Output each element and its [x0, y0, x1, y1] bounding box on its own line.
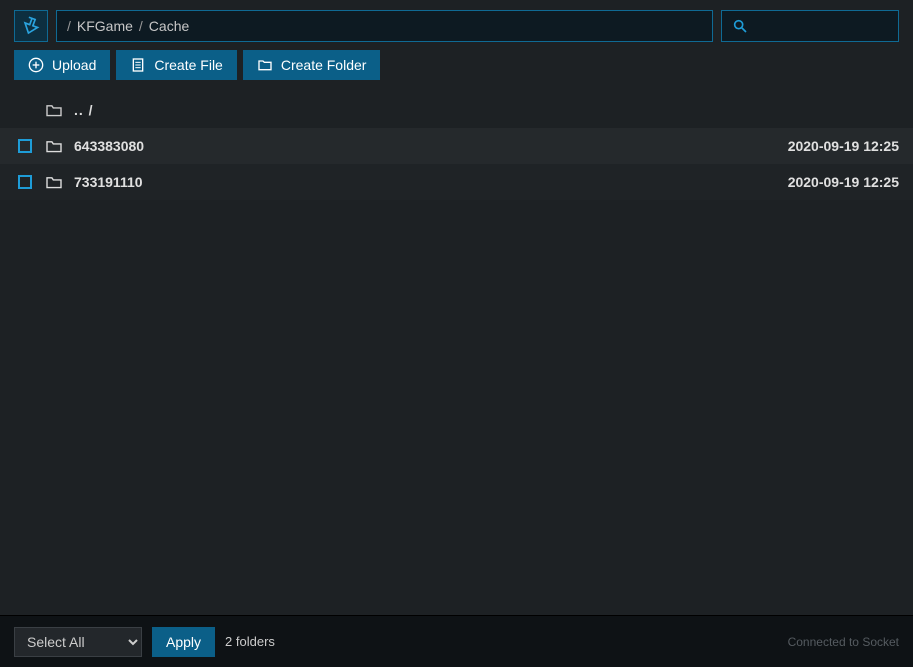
- logo-icon: [21, 16, 41, 36]
- breadcrumb-sep: /: [139, 18, 143, 34]
- create-folder-button[interactable]: Create Folder: [243, 50, 381, 80]
- breadcrumb-part[interactable]: Cache: [149, 18, 189, 34]
- footer-bar: Select All Apply 2 folders Connected to …: [0, 615, 913, 667]
- create-file-button[interactable]: Create File: [116, 50, 236, 80]
- folder-name: 733191110: [68, 174, 788, 190]
- upload-button[interactable]: Upload: [14, 50, 110, 80]
- app-logo[interactable]: [14, 10, 48, 42]
- file-listing: .. / 643383080 2020-09-19 12:25 73319111…: [0, 88, 913, 615]
- folder-icon: [257, 57, 273, 73]
- folder-date: 2020-09-19 12:25: [788, 174, 899, 190]
- parent-dir-label: .. /: [68, 102, 899, 118]
- parent-directory-row[interactable]: .. /: [0, 92, 913, 128]
- folder-date: 2020-09-19 12:25: [788, 138, 899, 154]
- folder-icon: [45, 139, 63, 153]
- create-file-label: Create File: [154, 57, 222, 73]
- file-icon: [130, 57, 146, 73]
- row-checkbox[interactable]: [18, 175, 32, 189]
- bulk-action-select[interactable]: Select All: [14, 627, 142, 657]
- upload-label: Upload: [52, 57, 96, 73]
- folder-row[interactable]: 643383080 2020-09-19 12:25: [0, 128, 913, 164]
- breadcrumb-sep: /: [67, 18, 71, 34]
- socket-status: Connected to Socket: [788, 635, 899, 649]
- row-checkbox[interactable]: [18, 139, 32, 153]
- search-input[interactable]: [721, 10, 899, 42]
- folder-icon: [45, 175, 63, 189]
- breadcrumb[interactable]: / KFGame / Cache: [56, 10, 713, 42]
- folder-count-label: 2 folders: [225, 634, 275, 649]
- search-icon: [732, 18, 748, 34]
- folder-row[interactable]: 733191110 2020-09-19 12:25: [0, 164, 913, 200]
- folder-icon: [45, 103, 63, 117]
- breadcrumb-part[interactable]: KFGame: [77, 18, 133, 34]
- folder-name: 643383080: [68, 138, 788, 154]
- upload-icon: [28, 57, 44, 73]
- apply-button[interactable]: Apply: [152, 627, 215, 657]
- create-folder-label: Create Folder: [281, 57, 367, 73]
